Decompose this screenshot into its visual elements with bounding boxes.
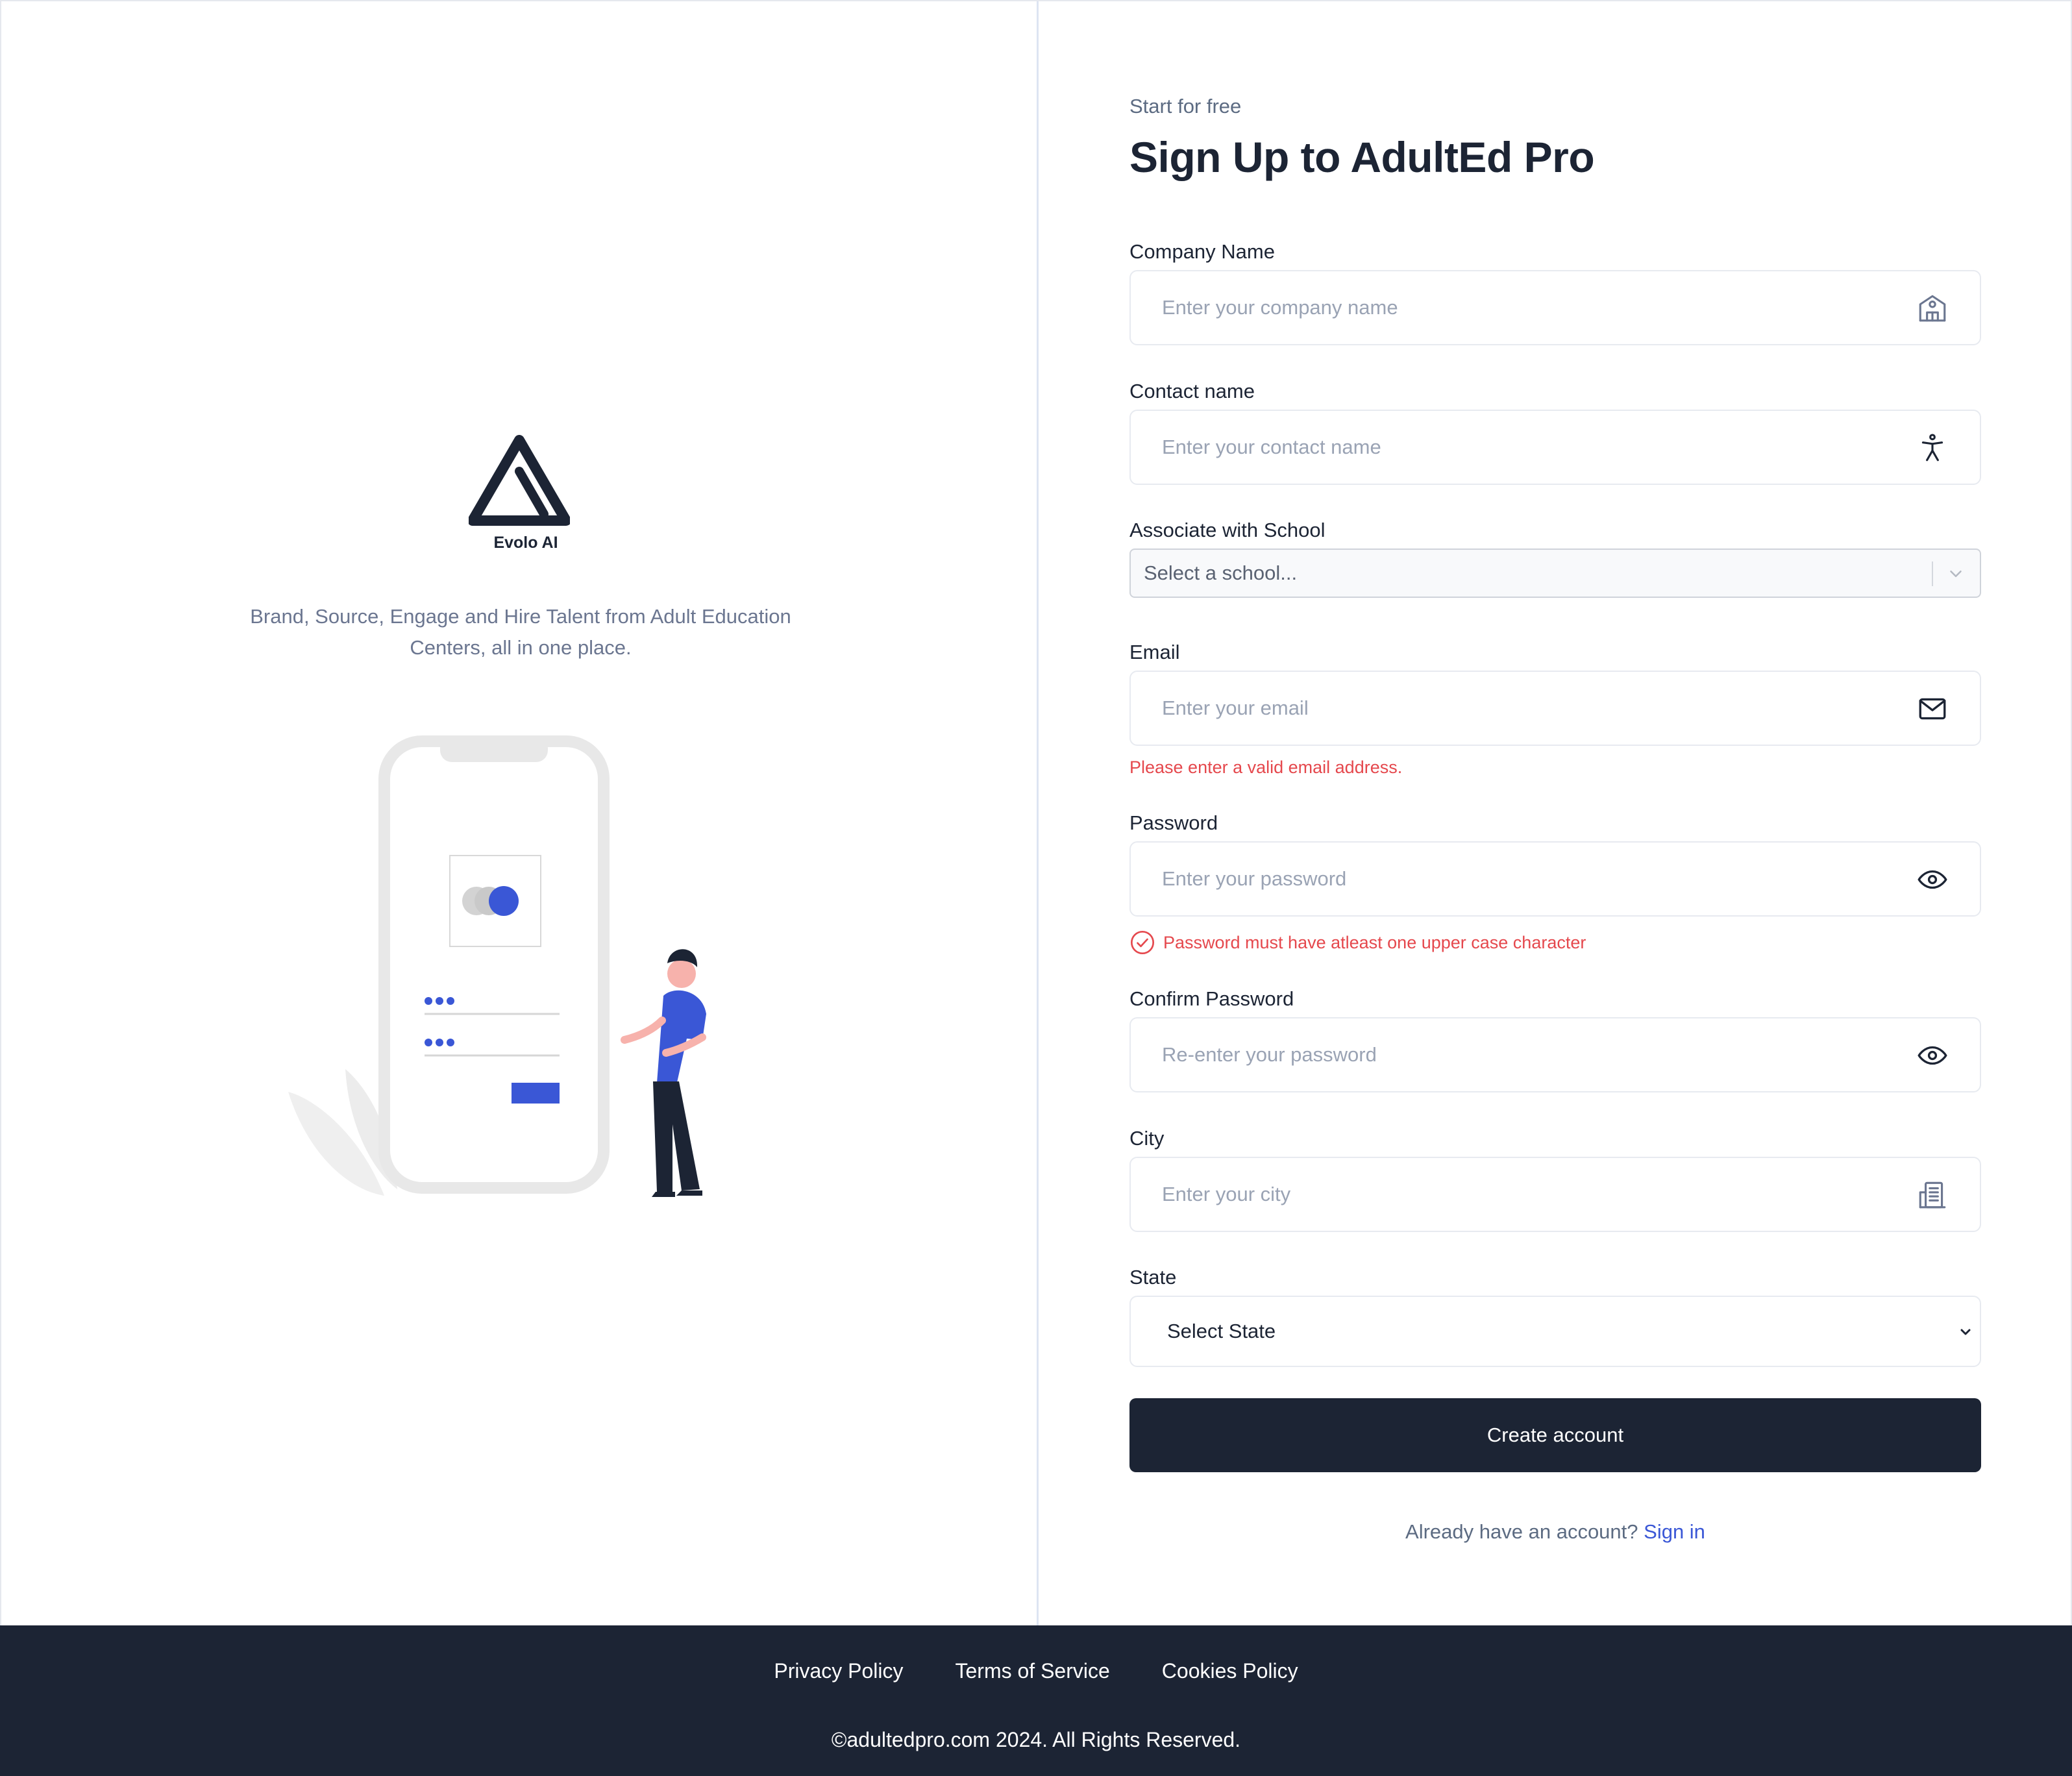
contact-name-placeholder: Enter your contact name [1162,436,1381,458]
password-placeholder: Enter your password [1162,867,1347,890]
main-area: Evolo AI Brand, Source, Engage and Hire … [0,0,2072,1625]
footer: Privacy Policy Terms of Service Cookies … [0,1625,2072,1776]
city-placeholder: Enter your city [1162,1183,1291,1205]
school-label: Associate with School [1129,519,1326,541]
password-error: Password must have atleast one upper cas… [1163,932,1586,952]
email-error: Please enter a valid email address. [1129,758,1403,777]
company-name-label: Company Name [1129,240,1275,263]
page-title: Sign Up to AdultEd Pro [1129,133,1595,181]
email-label: Email [1129,641,1180,663]
privacy-policy-link[interactable]: Privacy Policy [774,1659,903,1683]
signup-form: Start for free Sign Up to AdultEd Pro Co… [1129,95,1981,1543]
tagline-line2: Centers, all in one place. [410,636,632,659]
cookies-policy-link[interactable]: Cookies Policy [1162,1659,1298,1683]
office-building-icon [1919,1181,1946,1209]
tagline: Brand, Source, Engage and Hire Talent fr… [216,601,826,663]
phone-login-illustration [288,735,706,1197]
password-error-row: Password must have atleast one upper cas… [1129,930,1586,956]
envelope-icon [1919,698,1946,720]
check-circle-icon [1131,931,1154,954]
password-field: Password Enter your password Password mu… [1129,811,1981,954]
phone-frame [378,735,610,1194]
company-name-placeholder: Enter your company name [1162,296,1398,319]
footer-links: Privacy Policy Terms of Service Cookies … [0,1659,2072,1683]
state-select-value: Select State [1167,1320,1276,1342]
school-select-placeholder: Select a school... [1144,561,1298,584]
eye-icon[interactable] [1916,1039,1949,1072]
state-label: State [1129,1266,1177,1289]
brand-name: Evolo AI [493,534,558,552]
person-illustration [621,949,706,1197]
state-select[interactable]: Select State [1129,1296,1981,1367]
city-input[interactable]: Enter your city [1129,1157,1981,1232]
password-label: Password [1129,811,1218,834]
contact-name-input[interactable]: Enter your contact name [1129,410,1981,485]
confirm-password-field: Confirm Password Re-enter your password [1129,987,1981,1092]
city-field: City Enter your city [1129,1127,1981,1232]
evolo-logo-icon [469,435,570,526]
signin-prompt: Already have an account? [1405,1520,1638,1543]
school-select[interactable]: Select a school... [1129,549,1981,598]
confirm-password-placeholder: Re-enter your password [1162,1043,1377,1066]
signin-link[interactable]: Sign in [1644,1520,1705,1543]
building-icon [1919,295,1946,322]
company-name-field: Company Name Enter your company name [1129,240,1981,345]
email-field: Email Enter your email Please enter a va… [1129,641,1981,777]
state-field: State Select State [1129,1266,1981,1367]
terms-of-service-link[interactable]: Terms of Service [956,1659,1110,1683]
contact-name-field: Contact name Enter your contact name [1129,380,1981,485]
signin-row: Already have an account? Sign in [1129,1520,1981,1544]
phone-notch [440,736,548,762]
branding-panel: Evolo AI Brand, Source, Engage and Hire … [1,1,1039,1625]
select-separator [1932,561,1933,586]
confirm-password-label: Confirm Password [1129,987,1294,1010]
tagline-line1: Brand, Source, Engage and Hire Talent fr… [250,605,791,628]
company-name-input[interactable]: Enter your company name [1129,270,1981,345]
chevron-down-icon[interactable] [1946,564,1966,584]
signup-page: Evolo AI Brand, Source, Engage and Hire … [0,0,2072,1776]
email-input[interactable]: Enter your email [1129,671,1981,746]
person-icon [1921,434,1943,462]
signup-form-panel: Start for free Sign Up to AdultEd Pro Co… [1039,1,2071,1625]
password-input[interactable]: Enter your password [1129,841,1981,917]
contact-name-label: Contact name [1129,380,1255,402]
email-placeholder: Enter your email [1162,697,1309,719]
city-label: City [1129,1127,1165,1150]
create-account-button[interactable]: Create account [1129,1398,1981,1472]
copyright: ©adultedpro.com 2024. All Rights Reserve… [831,1728,1241,1751]
school-field: Associate with School Select a school... [1129,519,1981,598]
confirm-password-input[interactable]: Re-enter your password [1129,1017,1981,1092]
chevron-down-icon [1960,1329,1971,1335]
eyebrow-text: Start for free [1129,95,1242,117]
eye-icon[interactable] [1916,863,1949,896]
